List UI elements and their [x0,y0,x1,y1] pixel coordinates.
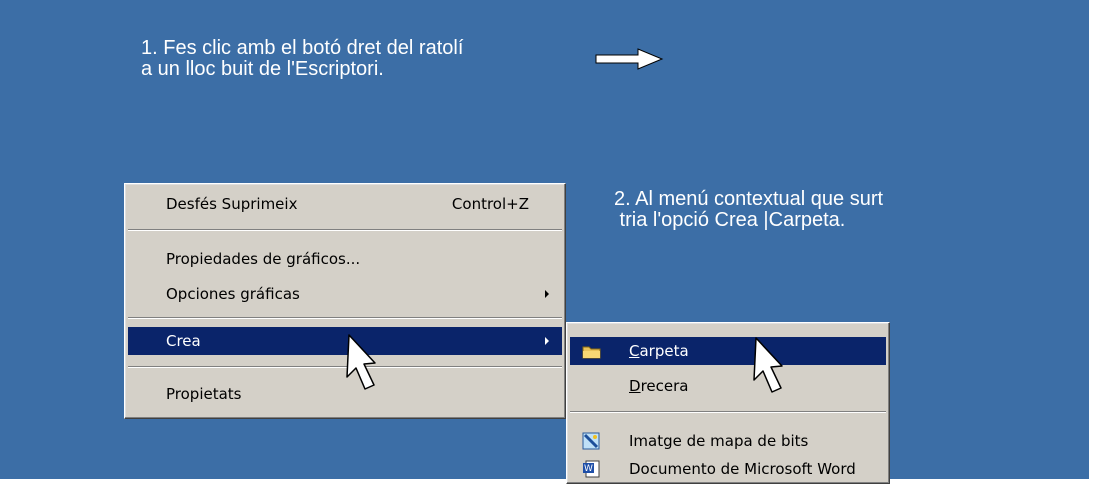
menu-item-graphics-properties[interactable]: Propiedades de gráficos... [128,245,562,273]
instruction-step-2: 2. Al menú contextual que surt tria l'op… [614,188,884,231]
submenu-item-word-document[interactable]: W Documento de Microsoft Word [570,455,886,483]
mouse-cursor-icon [753,337,783,393]
menu-item-graphics-options[interactable]: Opciones gráficas [128,280,562,308]
submenu-arrow-icon [545,290,549,298]
instruction-step-1: 1. Fes clic amb el botó dret del ratolí … [141,37,464,80]
submenu-item-shortcut[interactable]: Drecera [570,372,886,400]
menu-item-undo-delete[interactable]: Desfés Suprimeix Control+Z [128,190,562,218]
bitmap-image-icon [582,432,600,450]
desktop-background[interactable]: 1. Fes clic amb el botó dret del ratolí … [0,0,1089,484]
word-document-icon: W [583,460,600,478]
shortcut-label: Control+Z [451,195,529,213]
submenu-arrow-icon [545,337,549,345]
menu-separator [128,317,562,319]
menu-separator [128,229,562,231]
folder-icon [582,346,601,359]
right-arrow-icon [595,48,664,70]
create-submenu: Carpeta Drecera Imatge de mapa de bits W… [566,322,890,484]
svg-text:W: W [584,464,593,474]
mouse-cursor-icon [346,334,376,390]
submenu-item-folder[interactable]: Carpeta [570,337,886,365]
submenu-item-bitmap-image[interactable]: Imatge de mapa de bits [570,427,886,455]
menu-separator [570,411,886,413]
